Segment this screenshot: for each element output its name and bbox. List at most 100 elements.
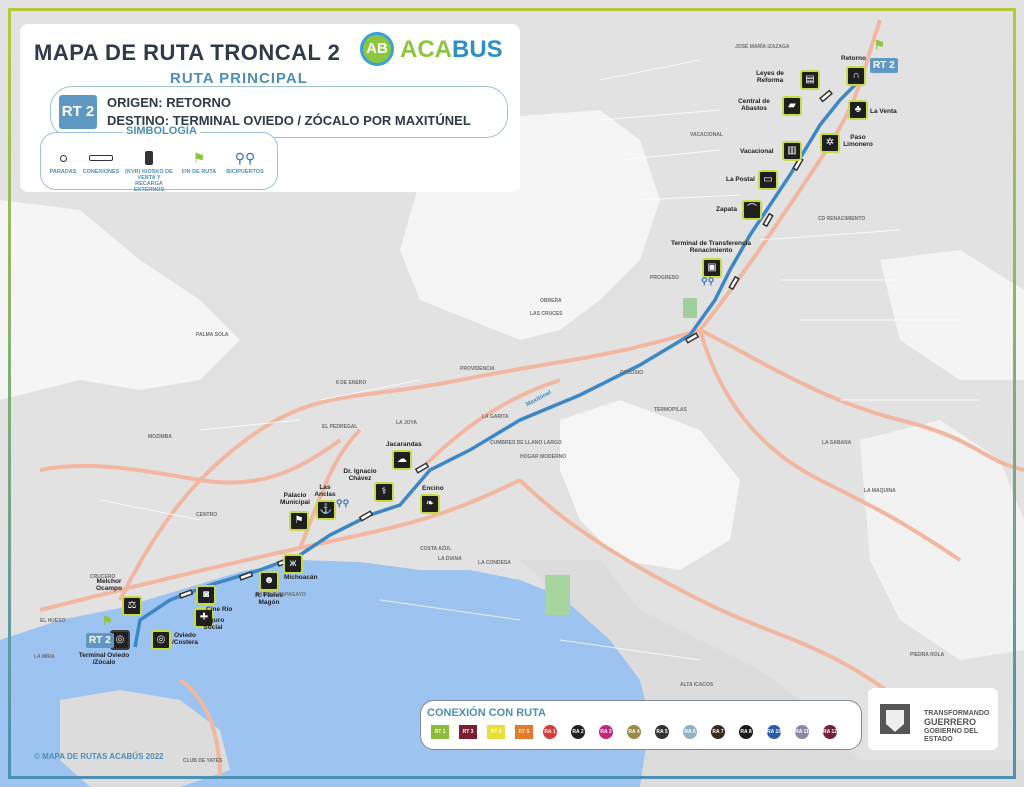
hood-label: 6 DE ENERO: [336, 380, 367, 386]
legend-title: SIMBOLOGÍA: [123, 125, 200, 137]
gov-line2: GUERRERO: [924, 717, 977, 727]
hood-label: JOSÉ MARÍA IZAZAGA: [735, 44, 790, 50]
legend-panel: SIMBOLOGÍA PARADAS CONEXIONES (KVR) KIOS…: [40, 125, 278, 193]
tree-icon: ☁: [397, 454, 407, 465]
stop-label: Palacio Municipal: [280, 492, 310, 506]
government-logo: TRANSFORMANDO GUERRERO GOBIERNO DEL ESTADO: [868, 688, 998, 750]
hood-label: COSTA AZUL: [420, 546, 452, 552]
stop-label: La Venta: [870, 108, 897, 115]
stop-zapata[interactable]: ⌒: [742, 200, 762, 220]
stop-label: Cine Río: [206, 606, 233, 613]
stop-label: Retorno: [841, 55, 866, 62]
hood-label: LA CONDESA: [478, 560, 511, 566]
postcard-icon: ▭: [763, 174, 773, 185]
connection-route-badge[interactable]: RA 8: [739, 725, 753, 739]
connection-route-badge[interactable]: RT 1: [431, 725, 449, 739]
hood-label: CENTRO: [196, 512, 218, 518]
logo-text-b: BUS: [452, 36, 503, 63]
stop-label: R. Flores Magón: [255, 592, 283, 606]
hood-label: PALMA SOLA: [196, 332, 229, 338]
target-icon: ◎: [115, 634, 125, 645]
stop-las-anclas[interactable]: ⚓: [316, 500, 336, 520]
stop-label: Paso Limonero: [843, 134, 873, 148]
stop-jacarandas[interactable]: ☁: [392, 450, 412, 470]
flag-icon: ⚑: [192, 149, 206, 166]
hood-label: HOGAR MODERNO: [520, 454, 567, 460]
connection-route-badge[interactable]: RA 7: [711, 725, 725, 739]
stop-label: Oviedo /Costera: [171, 632, 198, 646]
connection-route-badge[interactable]: RA 5: [655, 725, 669, 739]
stop-label: Terminal Oviedo /Zócalo: [78, 652, 130, 666]
connection-route-badge[interactable]: RA 2: [571, 725, 585, 739]
hood-label: COLOSIO: [620, 370, 644, 376]
flag-icon: ⚑: [874, 38, 885, 52]
end-route-tag: RT 2: [870, 58, 898, 73]
butterfly-icon: ж: [289, 558, 297, 569]
flag-building-icon: ⚑: [294, 515, 304, 526]
connection-route-badge[interactable]: RA 4: [627, 725, 641, 739]
hood-label: LAS CRUCES: [530, 311, 563, 317]
connection-route-badge[interactable]: RA 11: [795, 725, 809, 739]
stop-michoacan[interactable]: ж: [283, 554, 303, 574]
stop-leyes-de-reforma[interactable]: ▤: [800, 70, 820, 90]
luggage-icon: ▥: [787, 145, 797, 156]
hood-label: EL PEDREGAL: [322, 424, 358, 430]
connection-route-badge[interactable]: RA 1: [543, 725, 557, 739]
logo-text: ACABUS: [400, 36, 503, 64]
connection-route-badge[interactable]: RA 10: [767, 725, 781, 739]
stop-label: Melchor Ocampo: [95, 578, 122, 592]
map-title: MAPA DE RUTA TRONCAL 2: [34, 40, 341, 65]
connection-route-badge[interactable]: RT 4: [487, 725, 505, 739]
legend-item-conexiones: CONEXIONES: [75, 147, 127, 175]
hood-label: TERMOPILAS: [654, 407, 687, 413]
connection-route-badge[interactable]: RA 12: [823, 725, 837, 739]
route-badge: RT 2: [59, 95, 97, 129]
stop-central-de-abastos[interactable]: ▰: [782, 96, 802, 116]
anchor-icon: ⚓: [319, 504, 333, 515]
hood-label: CLUB DE YATES: [183, 758, 223, 764]
stop-retorno[interactable]: ∩: [846, 66, 866, 86]
stop-la-postal[interactable]: ▭: [758, 170, 778, 190]
hood-label: EL HUESO: [40, 618, 66, 624]
end-route-tag: RT 2: [86, 633, 114, 648]
route-origin: ORIGEN: RETORNO: [107, 95, 231, 110]
stop-vacacional[interactable]: ▥: [782, 141, 802, 161]
legend-item-fin: ⚑ FIN DE RUTA: [181, 149, 217, 176]
gov-line1: TRANSFORMANDO: [924, 710, 990, 717]
stop-la-venta[interactable]: ♣: [848, 100, 868, 120]
gov-line3: GOBIERNO DEL ESTADO: [924, 728, 978, 743]
connection-route-badge[interactable]: RT 5: [515, 725, 533, 739]
connections-panel: CONEXIÓN CON RUTA RT 1 RT 3 RT 4 RT 5 RA 1 RA…: [420, 700, 862, 750]
connection-route-badge[interactable]: RA 6: [683, 725, 697, 739]
legend-item-kiosko: (KVR) KIOSKO DE VENTA Y RECARGA EXTERNOS: [123, 147, 175, 193]
stop-encino[interactable]: ❧: [420, 494, 440, 514]
stop-oviedo-costera[interactable]: ◎: [151, 630, 171, 650]
stop-melchor-ocampo[interactable]: ⚖: [122, 596, 142, 616]
route-map[interactable]: MAPA DE RUTA TRONCAL 2 AB ACABUS RUTA PR…: [0, 0, 1024, 787]
hood-label: PROVIDENCIA: [460, 366, 495, 372]
stop-palacio-municipal[interactable]: ⚑: [289, 511, 309, 531]
connection-route-badge[interactable]: RT 3: [459, 725, 477, 739]
hood-label: MOZIMBA: [148, 434, 172, 440]
wheel-icon: ✲: [825, 137, 835, 148]
connection-route-badge[interactable]: RA 3: [599, 725, 613, 739]
state-shield-icon: [880, 704, 910, 734]
hood-label: LA DIANA: [438, 556, 462, 562]
stop-r-flores-magon[interactable]: ☻: [259, 571, 279, 591]
stop-cine-rio[interactable]: ◙: [196, 585, 216, 605]
scales-icon: ⚖: [127, 600, 137, 611]
stop-terminal-renacimiento[interactable]: ▣: [702, 258, 722, 278]
kiosk-icon: [145, 151, 153, 165]
stop-label: La Postal: [726, 176, 755, 183]
hood-label: ALTA ICACOS: [680, 682, 714, 688]
stop-dr-ignacio-chavez[interactable]: ⚕: [374, 482, 394, 502]
stop-label: Vacacional: [740, 148, 774, 155]
target-icon: ◎: [156, 634, 166, 645]
hood-label: PIEDRA ROLA: [910, 652, 945, 658]
stop-label: Zapata: [716, 206, 737, 213]
stop-paso-limonero[interactable]: ✲: [820, 133, 840, 153]
acabus-logo: AB ACABUS: [360, 32, 520, 72]
hood-label: LA MAQUINA: [864, 488, 896, 494]
hood-label: CUMBRES DE LLANO LARGO: [490, 440, 562, 446]
stop-label: Terminal de Transferencia Renacimiento: [670, 240, 752, 254]
